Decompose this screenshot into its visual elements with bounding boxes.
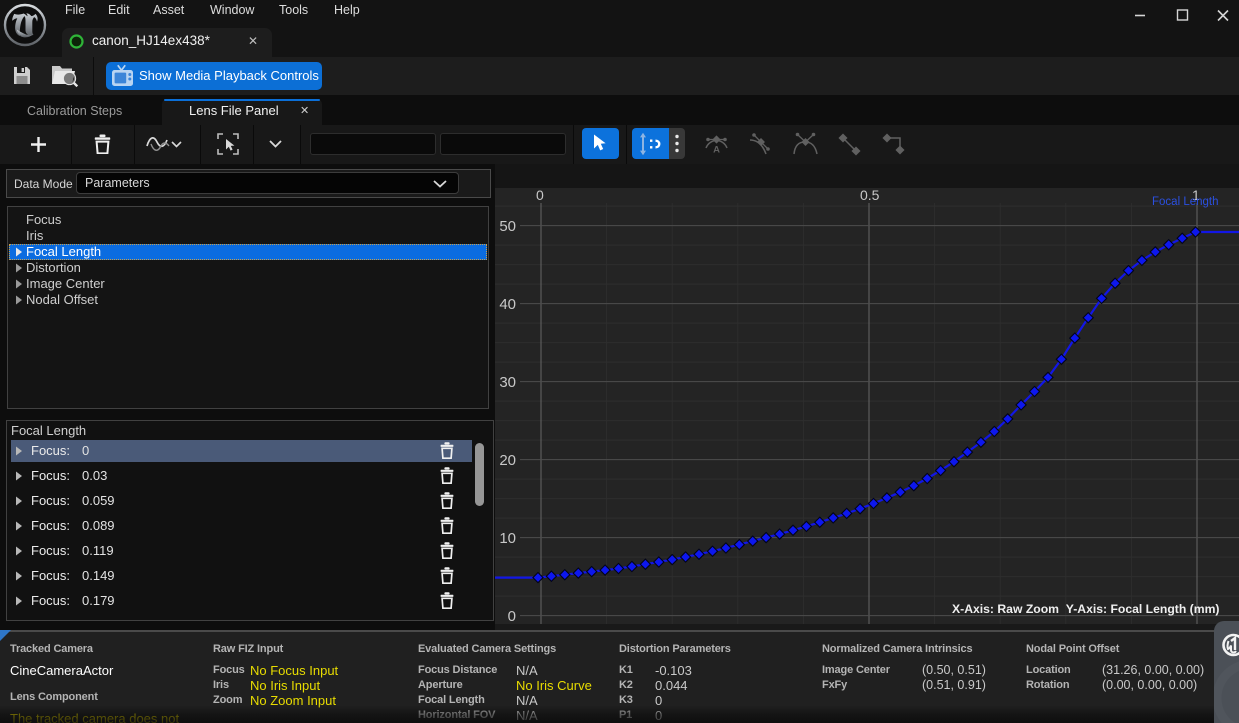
svg-text:A: A (713, 145, 720, 156)
